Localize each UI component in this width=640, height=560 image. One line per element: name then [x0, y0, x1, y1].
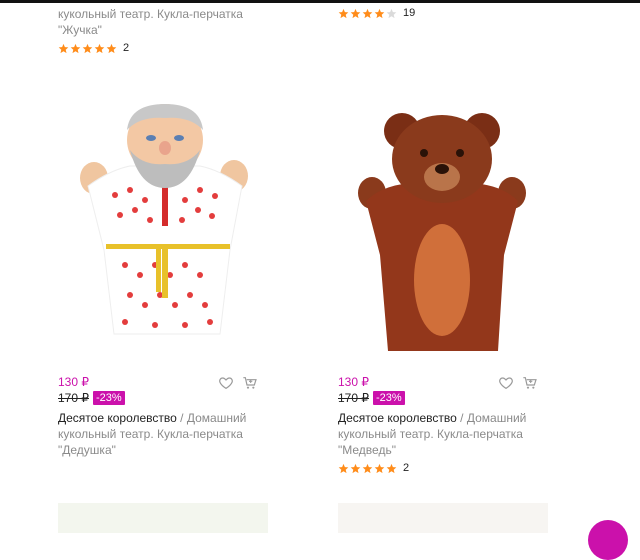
- heart-icon[interactable]: [498, 375, 514, 391]
- rating-stars: 19: [338, 7, 548, 19]
- star-icon: [350, 463, 361, 474]
- star-icon: [350, 8, 361, 19]
- title-separator: /: [176, 411, 187, 425]
- review-count: 2: [123, 42, 130, 54]
- star-icon: [94, 43, 105, 54]
- star-icon: [374, 463, 385, 474]
- floating-action-button[interactable]: [588, 520, 628, 560]
- brand-name[interactable]: Десятое королевство: [58, 411, 177, 425]
- old-price: 170 ₽: [58, 391, 89, 405]
- rating-stars: 2: [338, 462, 548, 474]
- star-icon: [362, 463, 373, 474]
- star-icon: [362, 8, 373, 19]
- product-card-grandpa[interactable]: Десятое королевство / Домашний кукольный…: [58, 410, 268, 458]
- product-image-bear[interactable]: [352, 105, 532, 355]
- old-price: 170 ₽: [338, 391, 369, 405]
- brand-name[interactable]: Десятое королевство: [338, 411, 457, 425]
- product-title-line[interactable]: кукольный театр. Кукла-перчатка: [338, 426, 548, 442]
- product-price: 130 ₽: [338, 375, 369, 389]
- product-card-top-right[interactable]: 19: [338, 7, 548, 19]
- cart-icon[interactable]: [522, 375, 538, 391]
- product-title-line[interactable]: "Медведь": [338, 442, 548, 458]
- discount-badge: -23%: [93, 391, 125, 405]
- star-icon: [338, 8, 349, 19]
- product-title-line[interactable]: "Дедушка": [58, 442, 268, 458]
- product-card-bear[interactable]: Десятое королевство / Домашний кукольный…: [338, 410, 548, 474]
- star-icon: [338, 463, 349, 474]
- star-icon: [70, 43, 81, 54]
- star-icon: [386, 8, 397, 19]
- product-title-line[interactable]: "Жучка": [58, 22, 268, 38]
- product-image-next-right[interactable]: [338, 503, 548, 533]
- rating-stars: 2: [58, 42, 268, 54]
- discount-badge: -23%: [373, 391, 405, 405]
- product-card-zhuchka[interactable]: кукольный театр. Кукла-перчатка "Жучка" …: [58, 6, 268, 54]
- star-icon: [374, 8, 385, 19]
- product-title-line[interactable]: кукольный театр. Кукла-перчатка: [58, 426, 268, 442]
- title-separator: /: [456, 411, 467, 425]
- top-bar: [0, 0, 640, 3]
- star-icon: [106, 43, 117, 54]
- cart-icon[interactable]: [242, 375, 258, 391]
- heart-icon[interactable]: [218, 375, 234, 391]
- review-count: 19: [403, 7, 416, 19]
- product-title[interactable]: Домашний: [187, 411, 247, 425]
- star-icon: [82, 43, 93, 54]
- star-icon: [58, 43, 69, 54]
- product-title-line[interactable]: кукольный театр. Кукла-перчатка: [58, 6, 268, 22]
- product-image-next-left[interactable]: [58, 503, 268, 533]
- review-count: 2: [403, 462, 410, 474]
- product-title[interactable]: Домашний: [467, 411, 527, 425]
- star-icon: [386, 463, 397, 474]
- product-price: 130 ₽: [58, 375, 89, 389]
- product-image-grandpa[interactable]: [70, 100, 260, 340]
